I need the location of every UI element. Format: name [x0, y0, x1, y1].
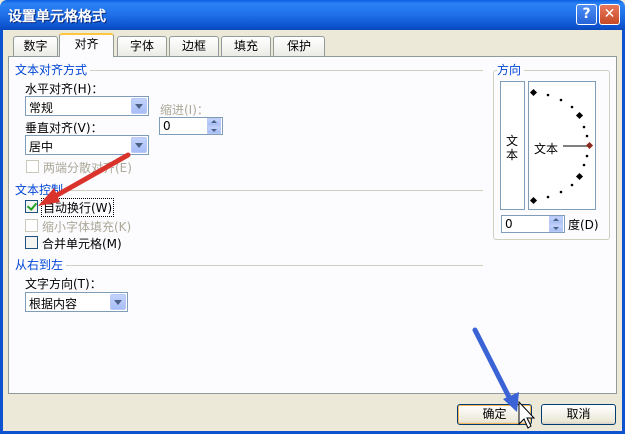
vertical-align-label: 垂直对齐(V)：: [25, 121, 103, 135]
dial-dot: [585, 134, 589, 138]
dialog-title: 设置单元格格式: [8, 9, 106, 25]
dial-mark-90: [529, 88, 538, 97]
vertical-align-value: 居中: [29, 140, 54, 154]
degrees-spinner[interactable]: 0: [501, 215, 565, 233]
horizontal-align-select[interactable]: 常规: [25, 96, 149, 116]
wrap-text-label: 自动换行(W): [41, 198, 115, 217]
dial-dot: [582, 125, 586, 129]
dial-text-label: 文本: [534, 142, 559, 156]
tab-protection[interactable]: 保护: [273, 36, 325, 56]
vertical-text-button[interactable]: 文本: [500, 81, 525, 210]
indent-label: 缩进(I)：: [160, 103, 209, 117]
dial-dot: [582, 163, 586, 167]
window-frame-left: [0, 30, 3, 434]
wrap-text-checkbox[interactable]: [25, 200, 38, 213]
dial-dot: [570, 183, 574, 187]
dial-dot: [559, 98, 563, 102]
merge-cells-label: 合并单元格(M): [42, 237, 122, 251]
dial-mark-minus90: [529, 196, 538, 205]
cancel-button[interactable]: 取消: [541, 404, 616, 425]
degrees-label: 度(D): [568, 218, 599, 232]
horizontal-align-label: 水平对齐(H)：: [25, 82, 104, 96]
dial-dot: [570, 105, 574, 109]
text-control-group-label: 文本控制: [15, 181, 67, 198]
dial-mark-45: [575, 111, 584, 120]
text-direction-label: 文字方向(T)：: [25, 277, 102, 291]
indent-spinner[interactable]: 0: [159, 117, 223, 135]
dial-dot: [585, 154, 589, 158]
dial-dot: [546, 93, 550, 97]
vertical-align-select[interactable]: 居中: [25, 135, 149, 155]
vertical-text-label: 文本: [506, 134, 519, 162]
spin-up-icon[interactable]: [549, 216, 563, 224]
group-divider: [90, 70, 483, 71]
shrink-to-fit-label: 缩小字体填充(K): [42, 220, 132, 234]
horizontal-align-value: 常规: [29, 101, 54, 115]
help-button[interactable]: ?: [576, 4, 597, 25]
tab-fill[interactable]: 填充: [221, 36, 271, 56]
ok-button[interactable]: 确定: [457, 404, 532, 425]
dial-pointer-knob: [585, 141, 594, 150]
text-direction-select[interactable]: 根据内容: [25, 292, 128, 312]
close-button[interactable]: ✕: [599, 4, 620, 25]
group-divider: [66, 265, 483, 266]
spin-down-icon[interactable]: [207, 126, 221, 134]
spin-up-icon[interactable]: [207, 118, 221, 126]
tab-number[interactable]: 数字: [13, 36, 58, 56]
title-bar[interactable]: 设置单元格格式 ? ✕: [0, 0, 625, 30]
chevron-down-icon[interactable]: [131, 98, 147, 114]
dial-mark-minus45: [575, 172, 584, 181]
orientation-group-label: 方向: [497, 61, 525, 78]
justify-distributed-checkbox[interactable]: [26, 160, 39, 173]
tab-border[interactable]: 边框: [169, 36, 219, 56]
indent-value: 0: [163, 119, 171, 133]
justify-distributed-label: 两端分散对齐(E): [43, 161, 132, 175]
group-divider: [66, 190, 483, 191]
right-to-left-group-label: 从右到左: [15, 256, 67, 273]
chevron-down-icon[interactable]: [131, 137, 147, 153]
dial-dot: [559, 190, 563, 194]
tab-alignment[interactable]: 对齐: [59, 33, 114, 57]
text-direction-value: 根据内容: [29, 297, 78, 311]
text-alignment-group-label: 文本对齐方式: [15, 61, 91, 78]
chevron-down-icon[interactable]: [110, 294, 126, 310]
spin-down-icon[interactable]: [549, 224, 563, 232]
dial-dot: [546, 195, 550, 199]
merge-cells-checkbox[interactable]: [25, 236, 38, 249]
tab-font[interactable]: 字体: [117, 36, 167, 56]
shrink-to-fit-checkbox[interactable]: [25, 219, 38, 232]
degrees-value: 0: [505, 217, 513, 231]
